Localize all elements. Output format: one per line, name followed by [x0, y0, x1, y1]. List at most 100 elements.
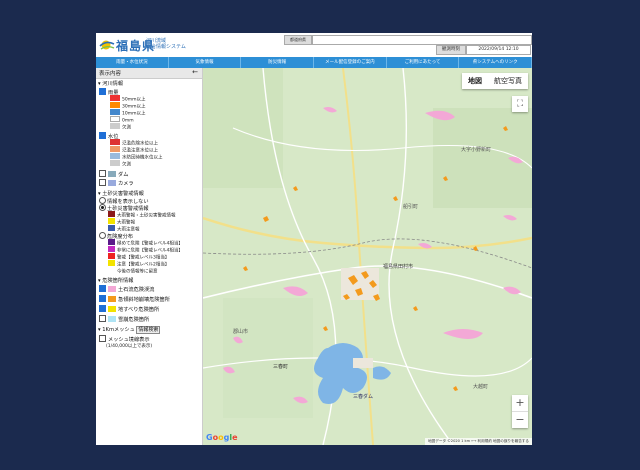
sed-warn-legend-label: 大雨警報 [117, 220, 135, 226]
hazard-label: 土石流危険渓流 [118, 287, 155, 293]
zoom-out-button[interactable]: − [512, 411, 528, 428]
mesh-note: (1/40,000以上で表示) [106, 344, 153, 349]
nav-mail[interactable]: メール配信登録のご案内 [314, 57, 387, 68]
mesh-boundary-checkbox[interactable] [99, 335, 106, 342]
dam-label: ダム [118, 172, 129, 178]
river-section-header[interactable]: ▾ 河川情報 [98, 81, 123, 88]
sed-warn-swatch [108, 218, 115, 224]
sed-warn-legend-label: 大雨注意報 [117, 227, 140, 233]
place-label: 大越町 [473, 383, 488, 390]
place-label: 三春ダム [353, 393, 373, 400]
water-legend-label: 欠測 [122, 162, 131, 168]
update-time: 2022/09/14 12:10 [466, 45, 531, 55]
dam-checkbox[interactable] [99, 170, 106, 177]
hazard-swatch [108, 315, 116, 322]
sed-level-swatch [108, 239, 115, 245]
sediment-none-radio[interactable] [99, 197, 106, 204]
map-type-control: 地図 航空写真 [462, 73, 528, 89]
place-label: 大字小野新町 [461, 146, 491, 153]
fukushima-logo-icon [99, 40, 115, 50]
map-tiles[interactable]: 大字小野新町 福島県田村市 三春ダム 三春町 郡山市 船引町 大越町 [203, 68, 532, 445]
water-legend-swatch [110, 153, 120, 159]
camera-icon [108, 179, 116, 186]
hazard-item-1[interactable]: 土石流危険渓流 [99, 285, 155, 294]
rain-legend-label: 50mm以上 [122, 97, 146, 103]
app-subtitle-line2: 総合情報システム [146, 44, 186, 50]
sed-warn-swatch [108, 225, 115, 231]
map-type-map-button[interactable]: 地図 [462, 73, 488, 89]
rain-legend-swatch [110, 102, 120, 108]
hazard-label: 急傾斜地崩壊危険箇所 [118, 297, 170, 303]
google-logo: Google [206, 433, 238, 442]
hazard-checkbox[interactable] [99, 305, 106, 312]
search-label: 都道府県 [284, 35, 312, 45]
nav-disaster[interactable]: 防災情報 [241, 57, 315, 68]
water-legend-swatch [110, 146, 120, 152]
sed-level-swatch [108, 260, 115, 266]
sed-level-legend-label: 今後の情報等に留意 [117, 269, 158, 275]
water-legend-4: 欠測 [110, 160, 131, 169]
hazard-section-header[interactable]: ▾ 危険箇所情報 [98, 278, 133, 285]
water-checkbox[interactable] [99, 132, 106, 139]
rain-legend-5: 欠測 [110, 123, 131, 132]
map-canvas[interactable]: 大字小野新町 福島県田村市 三春ダム 三春町 郡山市 船引町 大越町 地図 航空… [203, 68, 532, 445]
sed-level-swatch [108, 253, 115, 259]
sed-level-swatch [108, 246, 115, 252]
nav-rain-water[interactable]: 雨量・水位状況 [96, 57, 169, 68]
rain-legend-label: 10mm以上 [122, 111, 146, 117]
fullscreen-icon[interactable]: ⛶ [512, 96, 528, 112]
nav-usage[interactable]: ご利用にあたって [387, 57, 460, 68]
place-label: 福島県田村市 [383, 263, 413, 270]
mesh-search-button[interactable]: 情報検索 [136, 326, 161, 334]
rain-legend-swatch [110, 123, 120, 129]
rain-legend-label: 欠測 [122, 125, 131, 131]
sed-warn-legend-label: 大雨警報・土砂災害警戒情報 [117, 213, 176, 219]
rain-legend-label: 30mm以上 [122, 104, 146, 110]
sed-level-swatch [108, 267, 115, 273]
hazard-item-4[interactable]: 雪崩危険箇所 [99, 315, 149, 324]
sidebar-title: 表示内容 [99, 71, 122, 77]
map-type-satellite-button[interactable]: 航空写真 [488, 73, 528, 89]
hazard-item-2[interactable]: 急傾斜地崩壊危険箇所 [99, 295, 170, 304]
nav-links[interactable]: 県システムへのリンク [459, 57, 532, 68]
camera-checkbox[interactable] [99, 179, 106, 186]
mesh-section: ▾ 1Kmメッシュ 情報検索 [98, 326, 161, 334]
dam-toggle[interactable]: ダム [99, 170, 129, 179]
water-legend-swatch [110, 139, 120, 145]
rain-legend-swatch [110, 116, 120, 122]
zoom-in-button[interactable]: + [512, 395, 528, 411]
water-legend-label: 氾濫危険水位以上 [122, 141, 158, 147]
app-subtitle: 河川流域 総合情報システム [146, 38, 186, 50]
sed-level-legend-label: 警戒【警戒レベル3相当】 [117, 255, 170, 261]
hazard-checkbox[interactable] [99, 295, 106, 302]
place-label: 郡山市 [233, 328, 248, 335]
layer-sidebar: 表示内容 ← ▾ 河川情報 雨量 50mm以上 30mm以上 10mm以上 0m… [96, 68, 203, 445]
rain-legend-label: 0mm [122, 118, 134, 124]
rain-legend-swatch [110, 109, 120, 115]
water-legend-swatch [110, 160, 120, 166]
water-legend-label: 水防団待機水位以上 [122, 155, 163, 161]
sediment-warning-radio[interactable] [99, 204, 106, 211]
hazard-item-3[interactable]: 地すべり危険箇所 [99, 305, 159, 314]
place-label: 三春町 [273, 363, 288, 370]
hazard-swatch [108, 295, 116, 302]
hazard-swatch [108, 285, 116, 292]
update-label: 観測時刻 [436, 45, 466, 55]
hazard-checkbox[interactable] [99, 285, 106, 292]
mesh-section-label: ▾ 1Kmメッシュ [98, 327, 135, 333]
map-attribution[interactable]: 地図データ ©2020 1 km ⟷ 利用規約 地図の誤りを報告する [425, 438, 532, 445]
camera-toggle[interactable]: カメラ [99, 179, 134, 188]
arrow-left-icon[interactable]: ← [192, 68, 198, 76]
rain-checkbox[interactable] [99, 88, 106, 95]
place-label: 船引町 [403, 203, 418, 210]
sed-level-legend-label: 注意【警戒レベル2相当】 [117, 262, 170, 268]
sediment-level-radio[interactable] [99, 232, 106, 239]
sed-level-legend-label: 非常に危険【警戒レベル4相当】 [117, 248, 183, 254]
hazard-checkbox[interactable] [99, 315, 106, 322]
sed-level-legend-label: 極めて危険【警戒レベル4相当】 [117, 241, 183, 247]
search-box[interactable] [312, 35, 532, 45]
app-window: 福島県 河川流域 総合情報システム 都道府県 観測時刻 2022/09/14 1… [96, 33, 532, 445]
sidebar-header: 表示内容 ← [96, 68, 202, 79]
dam-icon [108, 170, 116, 177]
nav-weather[interactable]: 気象情報 [169, 57, 242, 68]
